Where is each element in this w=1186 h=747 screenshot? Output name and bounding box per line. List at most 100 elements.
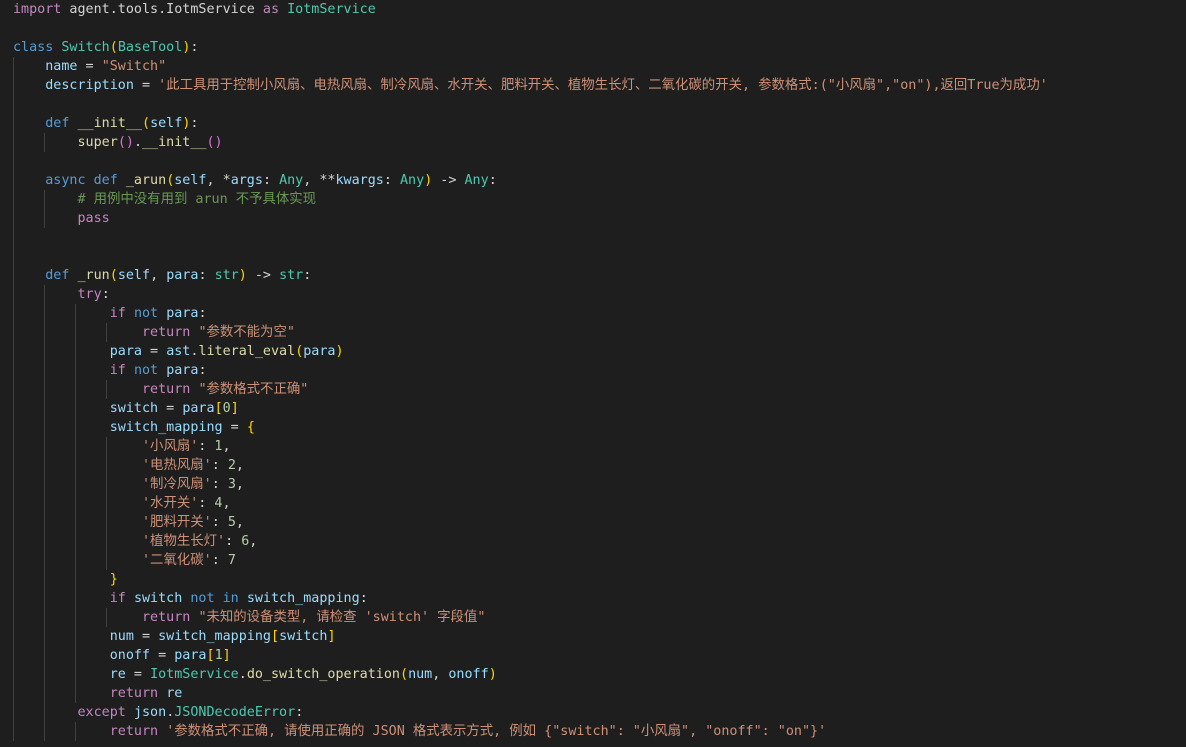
code-token: para	[182, 401, 215, 416]
code-token: Any	[464, 173, 489, 188]
code-token: IotmService	[150, 667, 239, 682]
code-token: :	[198, 268, 215, 283]
code-line[interactable]: '制冷风扇': 3,	[13, 475, 244, 494]
code-token: 1	[214, 648, 223, 663]
code-token: para	[303, 344, 336, 359]
code-line[interactable]: if not para:	[13, 304, 207, 323]
code-token: [	[271, 629, 280, 644]
code-line[interactable]: # 用例中没有用到 arun 不予具体实现	[13, 190, 317, 209]
code-line[interactable]: import agent.tools.IotmService as IotmSe…	[13, 0, 376, 19]
code-token: ,	[432, 667, 449, 682]
code-token: 5	[227, 515, 236, 530]
code-token: _run	[77, 268, 110, 283]
code-token: num	[109, 629, 134, 644]
code-line[interactable]: '电热风扇': 2,	[13, 456, 244, 475]
code-line[interactable]: return "未知的设备类型, 请检查 'switch' 字段值"	[13, 608, 485, 627]
code-line[interactable]: }	[13, 570, 118, 589]
code-token: switch_mapping	[158, 629, 271, 644]
code-token: para	[166, 363, 199, 378]
code-line[interactable]: num = switch_mapping[switch]	[13, 627, 336, 646]
code-line[interactable]: except json.JSONDecodeError:	[13, 703, 304, 722]
code-token: ,	[235, 477, 244, 492]
code-token: :	[303, 268, 312, 283]
code-token: :	[262, 173, 280, 188]
code-line[interactable]: if switch not in switch_mapping:	[13, 589, 368, 608]
code-line[interactable]: class Switch(BaseTool):	[13, 38, 198, 57]
code-line[interactable]: switch = para[0]	[13, 399, 239, 418]
code-line[interactable]: async def _arun(self, *args: Any, **kwar…	[13, 171, 497, 190]
code-token: def	[45, 116, 70, 131]
code-token: :	[101, 287, 110, 302]
code-token: as	[262, 2, 280, 17]
code-line[interactable]: onoff = para[1]	[13, 646, 231, 665]
code-token: str	[214, 268, 239, 283]
code-token: , **	[303, 173, 336, 188]
code-token: )	[335, 344, 344, 359]
code-line[interactable]: return '参数格式不正确, 请使用正确的 JSON 格式表示方式, 例如 …	[13, 722, 826, 741]
code-line[interactable]: return re	[13, 684, 183, 703]
code-token: =	[158, 401, 183, 416]
code-line[interactable]: '植物生长灯': 6,	[13, 532, 257, 551]
code-token: switch_mapping	[246, 591, 360, 606]
code-token: description	[45, 78, 134, 93]
code-token: Any	[400, 173, 425, 188]
code-line[interactable]: super().__init__()	[13, 133, 223, 152]
code-token: :	[211, 515, 228, 530]
code-editor[interactable]: import agent.tools.IotmService as IotmSe…	[0, 0, 1186, 747]
code-line[interactable]: switch_mapping = {	[13, 418, 255, 437]
code-token: import	[13, 2, 62, 17]
code-token: :	[295, 705, 304, 720]
code-token: '电热风扇'	[142, 458, 212, 473]
code-token: :	[211, 477, 228, 492]
code-token: _arun	[125, 173, 167, 188]
code-line[interactable]: '小风扇': 1,	[13, 437, 231, 456]
code-token: IotmService	[287, 2, 376, 17]
code-line[interactable]: '二氧化碳': 7	[13, 551, 236, 570]
code-line[interactable]: description = '此工具用于控制小风扇、电热风扇、制冷风扇、水开关、…	[13, 76, 1048, 95]
code-token: if	[109, 306, 126, 321]
code-token: __init__	[77, 116, 143, 131]
code-line[interactable]: if not para:	[13, 361, 207, 380]
code-token: return	[142, 325, 191, 340]
code-line[interactable]: name = "Switch"	[13, 57, 166, 76]
code-token: )	[488, 667, 497, 682]
code-line[interactable]: para = ast.literal_eval(para)	[13, 342, 344, 361]
code-token: para	[174, 648, 207, 663]
code-token: =	[125, 667, 151, 682]
code-line[interactable]: def __init__(self):	[13, 114, 198, 133]
code-token: , *	[206, 173, 231, 188]
code-token: self	[117, 268, 151, 283]
code-token: ->	[432, 173, 465, 188]
code-token: "未知的设备类型, 请检查 'switch' 字段值"	[198, 610, 486, 625]
code-line[interactable]: '肥料开关': 5,	[13, 513, 244, 532]
code-token: :	[198, 496, 215, 511]
code-token: do_switch_operation	[246, 667, 400, 682]
code-token: :	[211, 458, 228, 473]
code-line[interactable]: try:	[13, 285, 110, 304]
code-token: str	[279, 268, 304, 283]
code-token: switch_mapping	[109, 420, 223, 435]
code-line[interactable]: '水开关': 4,	[13, 494, 231, 513]
code-line[interactable]: return "参数格式不正确"	[13, 380, 308, 399]
code-line[interactable]: return "参数不能为空"	[13, 323, 295, 342]
code-token: =	[133, 629, 159, 644]
code-line[interactable]: def _run(self, para: str) -> str:	[13, 266, 311, 285]
code-line[interactable]: re = IotmService.do_switch_operation(num…	[13, 665, 497, 684]
code-token: def	[45, 268, 70, 283]
code-token: json	[133, 705, 167, 720]
code-line[interactable]: pass	[13, 209, 110, 228]
